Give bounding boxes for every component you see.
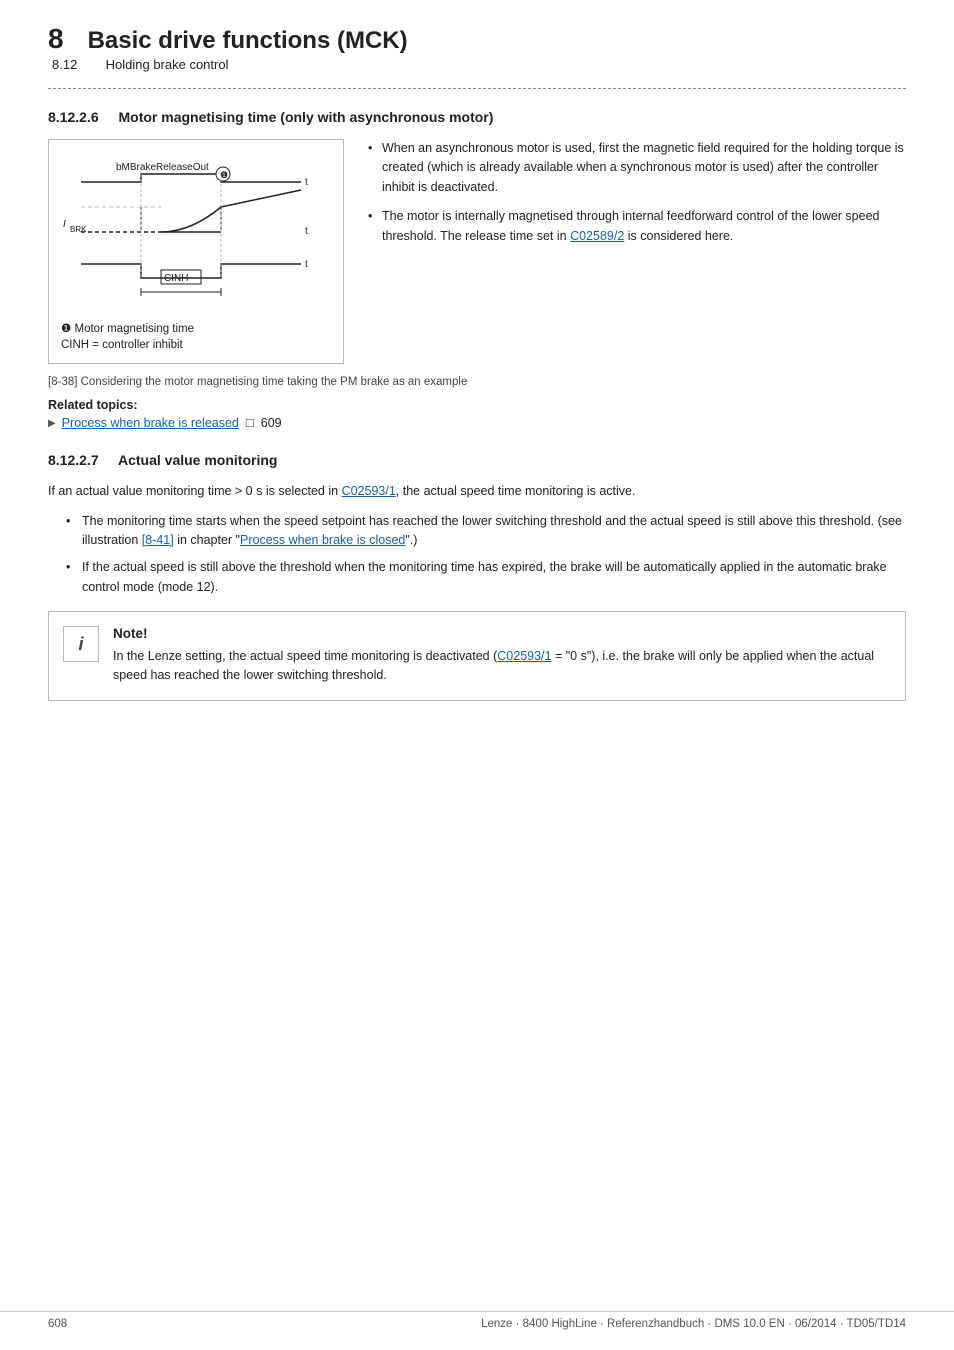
subsection-heading-8-12-2-6: 8.12.2.6 Motor magnetising time (only wi… <box>48 109 906 125</box>
bullet-list-827: The monitoring time starts when the spee… <box>66 512 906 598</box>
link-C02593-note[interactable]: C02593/1 <box>497 649 551 663</box>
related-link[interactable]: Process when brake is released <box>62 416 239 430</box>
subsection-title: Motor magnetising time (only with asynch… <box>119 109 494 125</box>
text-column-8-12-2-6: When an asynchronous motor is used, firs… <box>368 139 906 364</box>
page-number: 608 <box>48 1318 67 1330</box>
diagram-legend: ❶ Motor magnetising time CINH = controll… <box>61 321 331 353</box>
note-icon: i <box>63 626 99 662</box>
section-title: Holding brake control <box>106 57 229 72</box>
subsection-number-827: 8.12.2.7 <box>48 452 99 468</box>
svg-text:bMBrakeReleaseOut: bMBrakeReleaseOut <box>116 162 209 173</box>
section-number: 8.12 <box>52 57 102 72</box>
bullet-827-2: If the actual speed is still above the t… <box>66 558 906 597</box>
page-header: 8 Basic drive functions (MCK) 8.12 Holdi… <box>48 24 906 72</box>
content-row: bMBrakeReleaseOut t ❶ I BRK t <box>48 139 906 364</box>
page-footer: 608 Lenze · 8400 HighLine · Referenzhand… <box>0 1311 954 1330</box>
bullet-827-1: The monitoring time starts when the spee… <box>66 512 906 551</box>
figure-number: [8-38] <box>48 376 77 388</box>
link-C02593-intro[interactable]: C02593/1 <box>342 484 396 498</box>
triangle-icon: ▶ <box>48 418 56 429</box>
note-title: Note! <box>113 626 887 641</box>
figure-caption-text: Considering the motor magnetising time t… <box>81 376 468 388</box>
page-icon: ☐ <box>245 417 255 430</box>
diagram-box: bMBrakeReleaseOut t ❶ I BRK t <box>48 139 344 364</box>
chapter-number: 8 <box>48 24 64 55</box>
timing-diagram: bMBrakeReleaseOut t ❶ I BRK t <box>61 152 331 312</box>
intro-text: If an actual value monitoring time > 0 s… <box>48 482 906 501</box>
link-C02589[interactable]: C02589/2 <box>570 229 624 243</box>
footer-info: Lenze · 8400 HighLine · Referenzhandbuch… <box>481 1318 906 1330</box>
subsection-number: 8.12.2.6 <box>48 109 99 125</box>
svg-text:t: t <box>305 226 308 237</box>
figure-caption: [8-38] Considering the motor magnetising… <box>48 376 906 388</box>
section-8-12-2-6: 8.12.2.6 Motor magnetising time (only wi… <box>48 109 906 430</box>
legend-1: ❶ Motor magnetising time <box>61 321 194 337</box>
legend-cinh: CINH = controller inhibit <box>61 337 183 353</box>
link-841[interactable]: [8-41] <box>142 533 174 547</box>
note-content: Note! In the Lenze setting, the actual s… <box>113 626 887 686</box>
svg-text:I: I <box>63 219 66 230</box>
svg-text:t: t <box>305 259 308 270</box>
bullet-2: The motor is internally magnetised throu… <box>368 207 906 246</box>
subsection-heading-8-12-2-7: 8.12.2.7 Actual value monitoring <box>48 452 906 468</box>
related-topics: Related topics: ▶ Process when brake is … <box>48 398 906 430</box>
subsection-title-827: Actual value monitoring <box>118 452 277 468</box>
section-8-12-2-7: 8.12.2.7 Actual value monitoring If an a… <box>48 452 906 701</box>
related-link-page: 609 <box>261 416 282 430</box>
bullet-1: When an asynchronous motor is used, firs… <box>368 139 906 197</box>
note-body: In the Lenze setting, the actual speed t… <box>113 647 887 686</box>
related-link-item: ▶ Process when brake is released ☐ 609 <box>48 416 906 430</box>
chapter-title: Basic drive functions (MCK) <box>88 27 408 55</box>
svg-text:t: t <box>305 177 308 188</box>
note-box: i Note! In the Lenze setting, the actual… <box>48 611 906 701</box>
related-topics-heading: Related topics: <box>48 398 906 412</box>
note-icon-letter: i <box>78 634 83 655</box>
divider <box>48 88 906 89</box>
link-process-closed[interactable]: Process when brake is closed <box>240 533 405 547</box>
